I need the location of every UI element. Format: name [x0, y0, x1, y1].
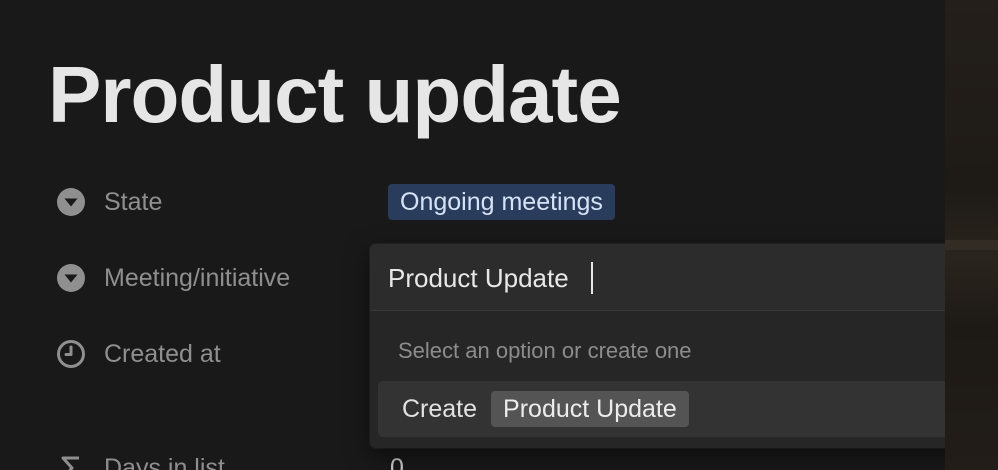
- image-detail: [945, 240, 998, 250]
- property-row-meeting-initiative[interactable]: Meeting/initiative: [56, 260, 290, 296]
- property-label-days-in-list: Days in list: [104, 453, 225, 470]
- clock-icon: [56, 339, 86, 369]
- create-option-label: Create: [402, 394, 478, 423]
- days-in-list-value: 0: [390, 454, 404, 470]
- text-caret: [591, 262, 593, 294]
- page: Product update State Ongoing meetings Me…: [0, 0, 998, 470]
- dropdown-hint: Select an option or create one: [398, 338, 692, 363]
- page-title[interactable]: Product update: [48, 55, 622, 135]
- property-row-days-in-list[interactable]: Days in list: [56, 450, 225, 470]
- property-row-created-at[interactable]: Created at: [56, 336, 221, 372]
- property-label-state: State: [104, 187, 163, 216]
- create-option-item[interactable]: Create Product Update: [378, 381, 962, 437]
- option-search-input[interactable]: [388, 260, 948, 296]
- property-label-created-at: Created at: [104, 339, 221, 368]
- dropdown-search-area: [370, 244, 970, 311]
- caret-down-circle-icon: [56, 263, 86, 293]
- state-select-value[interactable]: Ongoing meetings: [388, 184, 615, 220]
- property-row-state[interactable]: State: [56, 184, 162, 220]
- caret-down-circle-icon: [56, 187, 86, 217]
- background-image-strip: [945, 0, 998, 470]
- sigma-icon: [56, 453, 86, 470]
- select-dropdown: Select an option or create one Create Pr…: [370, 244, 970, 448]
- page-content: Product update State Ongoing meetings Me…: [0, 0, 970, 470]
- property-label-meeting-initiative: Meeting/initiative: [104, 263, 291, 292]
- new-option-chip: Product Update: [491, 391, 689, 427]
